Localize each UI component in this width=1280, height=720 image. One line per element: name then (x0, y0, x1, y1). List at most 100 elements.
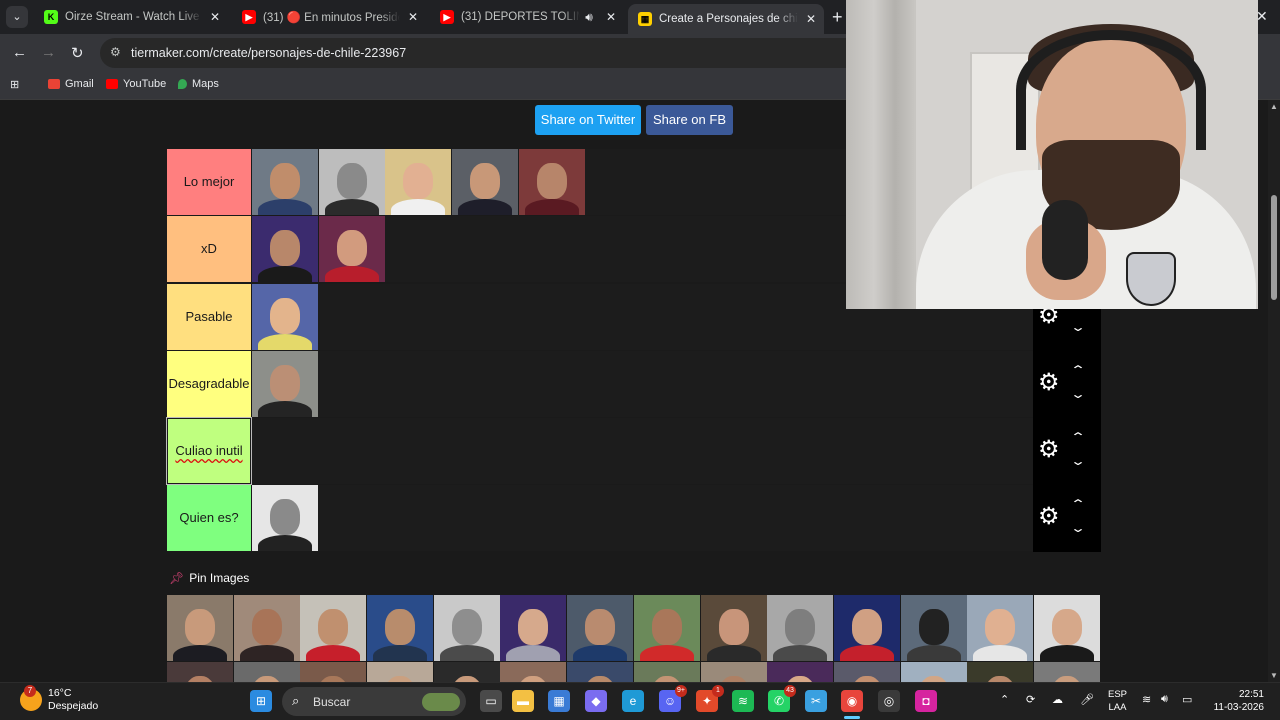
tier-item-image[interactable] (252, 283, 318, 350)
system-clock[interactable]: 22:51 11-03-2026 (1208, 688, 1264, 714)
tier-item-image[interactable] (518, 149, 585, 215)
apps-grid-icon[interactable]: ⊞ (10, 78, 19, 91)
tab-youtube-presidente[interactable]: ▶ (31) 🔴 En minutos Presidente ✕ (232, 4, 426, 30)
copilot-icon[interactable]: ◆ (585, 690, 607, 712)
pool-image[interactable] (967, 662, 1034, 682)
bookmark-youtube[interactable]: YouTube (106, 78, 166, 90)
edge-icon[interactable]: e (622, 690, 644, 712)
obs-icon[interactable]: ◎ (878, 690, 900, 712)
chevron-up-icon[interactable]: ⌃ (1070, 363, 1086, 377)
chrome-icon[interactable]: ◉ (841, 690, 863, 712)
microphone-icon[interactable]: 🎤︎ (1080, 693, 1094, 706)
tier-label[interactable]: xD (167, 216, 251, 283)
discord-icon[interactable]: ☺ 9+ (659, 685, 687, 712)
pool-image[interactable] (900, 595, 967, 661)
mute-speaker-icon[interactable]: 🔊︎ (580, 10, 598, 25)
new-tab-button[interactable]: + (832, 7, 843, 28)
pool-image[interactable] (900, 662, 967, 682)
share-facebook-button[interactable]: Share on FB (646, 105, 733, 135)
chevron-up-icon[interactable]: ⌃ (1000, 693, 1009, 706)
chevron-down-icon[interactable]: ⌄ (1070, 454, 1086, 468)
close-tab-icon[interactable]: ✕ (206, 10, 224, 24)
tab-youtube-tolima[interactable]: ▶ (31) DEPORTES TOLIMA vs C 🔊︎ ✕ (430, 4, 624, 30)
reload-icon[interactable]: ↻ (71, 44, 84, 62)
tab-search-button[interactable]: ⌄ (6, 6, 28, 28)
bookmark-maps[interactable]: Maps (178, 78, 219, 90)
wifi-icon[interactable]: ≋ (1142, 693, 1151, 706)
sync-icon[interactable]: ⟳ (1026, 693, 1035, 706)
pool-image[interactable] (433, 662, 500, 682)
close-tab-icon[interactable]: ✕ (802, 12, 820, 26)
snipping-tool-icon[interactable]: ✂ (805, 690, 827, 712)
taskbar-search[interactable]: ⌕ Buscar (282, 687, 466, 716)
windows-start-icon[interactable]: ⊞ (250, 690, 272, 712)
pool-image[interactable] (433, 595, 500, 661)
weather-widget[interactable]: 7 16°C Despejado (20, 685, 98, 713)
whatsapp-icon[interactable]: ✆ 43 (768, 685, 796, 712)
pool-image[interactable] (833, 595, 900, 661)
tier-item-image[interactable] (452, 149, 519, 215)
page-scrollbar[interactable]: ▲ ▼ (1268, 100, 1280, 682)
close-tab-icon[interactable]: ✕ (602, 10, 620, 24)
battery-icon[interactable]: ▭ (1182, 693, 1192, 706)
task-view-icon[interactable]: ▭ (480, 690, 502, 712)
gear-icon[interactable]: ⚙ (1038, 370, 1060, 395)
pool-image[interactable] (567, 595, 634, 661)
pool-image[interactable] (967, 595, 1034, 661)
scroll-down-icon[interactable]: ▼ (1270, 671, 1278, 680)
pool-image[interactable] (767, 595, 834, 661)
bookmark-gmail[interactable]: Gmail (48, 78, 94, 90)
tier-label[interactable]: Desagradable (167, 350, 251, 417)
garena-icon[interactable]: ✦ 1 (696, 685, 724, 712)
tier-drop-zone[interactable] (252, 350, 1033, 417)
pool-image[interactable] (1033, 662, 1100, 682)
pool-image[interactable] (233, 662, 300, 682)
pool-image[interactable] (500, 595, 567, 661)
pool-image[interactable] (300, 595, 367, 661)
instagram-icon[interactable]: ◘ (915, 690, 937, 712)
tier-item-image[interactable] (252, 350, 318, 417)
tab-oirze-stream[interactable]: K Oirze Stream - Watch Live on Ki ✕ (34, 4, 228, 30)
pool-image[interactable] (1033, 595, 1100, 661)
pool-image[interactable] (767, 662, 834, 682)
chevron-down-icon[interactable]: ⌄ (1070, 387, 1086, 401)
pool-image[interactable] (167, 595, 233, 661)
tier-label[interactable]: Culiao inutil (166, 417, 252, 486)
pool-image[interactable] (367, 595, 434, 661)
tier-label[interactable]: Lo mejor (167, 149, 251, 215)
cloud-icon[interactable]: ☁ (1052, 693, 1063, 706)
gear-icon[interactable]: ⚙ (1038, 505, 1060, 529)
close-tab-icon[interactable]: ✕ (404, 10, 422, 24)
scroll-up-icon[interactable]: ▲ (1270, 102, 1278, 111)
chevron-up-icon[interactable]: ⌃ (1070, 430, 1086, 444)
pool-image[interactable] (500, 662, 567, 682)
scrollbar-thumb[interactable] (1271, 195, 1277, 300)
pool-image[interactable] (633, 662, 700, 682)
microsoft-store-icon[interactable]: ▦ (548, 690, 570, 712)
tier-item-image[interactable] (252, 216, 318, 283)
chevron-down-icon[interactable]: ⌄ (1070, 320, 1086, 334)
pool-image[interactable] (633, 595, 700, 661)
pool-image[interactable] (300, 662, 367, 682)
site-info-icon[interactable]: ⚙︎ (110, 45, 121, 59)
tier-item-image[interactable] (385, 149, 452, 215)
file-explorer-icon[interactable]: ▬ (512, 690, 534, 712)
tier-item-image[interactable] (252, 485, 318, 552)
tier-label[interactable]: Pasable (167, 283, 251, 350)
pool-image[interactable] (567, 662, 634, 682)
chevron-down-icon[interactable]: ⌄ (1070, 521, 1086, 535)
pool-image[interactable] (233, 595, 300, 661)
share-twitter-button[interactable]: Share on Twitter (535, 105, 641, 135)
forward-arrow-icon[interactable]: → (41, 44, 56, 61)
tier-item-image[interactable] (318, 216, 385, 283)
tier-item-image[interactable] (318, 149, 385, 215)
pool-image[interactable] (367, 662, 434, 682)
tier-item-image[interactable] (252, 149, 318, 215)
gear-icon[interactable]: ⚙ (1038, 438, 1060, 462)
spotify-icon[interactable]: ≋ (732, 690, 754, 712)
pool-image[interactable] (700, 595, 767, 661)
pool-image[interactable] (167, 662, 233, 682)
tab-tiermaker[interactable]: ▦ Create a Personajes de chile Tie ✕ (628, 4, 824, 34)
tier-label[interactable]: Quien es? (167, 485, 251, 552)
tier-drop-zone[interactable] (252, 418, 1033, 485)
